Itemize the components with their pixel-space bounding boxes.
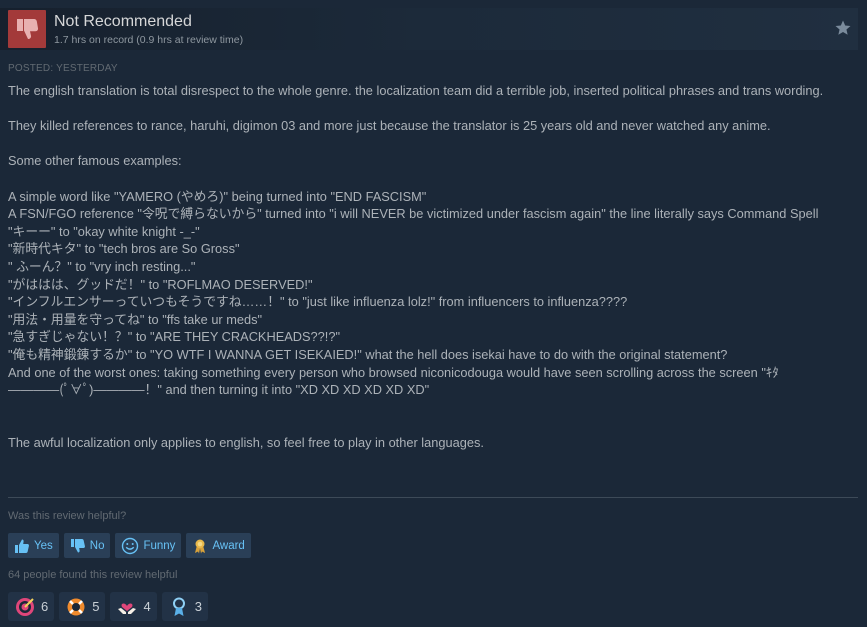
award-count: 5 (92, 599, 100, 614)
award-count: 3 (194, 599, 202, 614)
review-line: The english translation is total disresp… (8, 83, 824, 98)
review-line: "インフルエンサーっていつもそうですね……！" to "just like in… (8, 294, 628, 310)
review-line: "がははは、グッドだ！" to "ROFLMAO DESERVED!" (8, 276, 313, 292)
review-line: Some other famous examples: (8, 153, 182, 169)
review-gap (8, 100, 833, 118)
thumbs-down-icon (70, 538, 85, 552)
review-line: "俺も精神鍛錬するか" to "YO WTF I WANNA GET ISEKA… (8, 346, 728, 362)
award-lifebuoy[interactable]: 5 (59, 592, 106, 621)
funny-button[interactable]: Funny (115, 533, 182, 558)
review-verdict: Not Recommended (54, 13, 192, 30)
star-icon[interactable] (834, 19, 852, 37)
review-gap (8, 135, 833, 153)
review-line: "新時代キタ" to "tech bros are So Gross" (8, 241, 240, 257)
review-line: "急すぎじゃない！？" to "ARE THEY CRACKHEADS??!?" (8, 329, 341, 345)
no-button[interactable]: No (63, 533, 111, 558)
review-header: Not Recommended 1.7 hrs on record (0.9 h… (0, 8, 858, 50)
review-line: "用法・用量を守ってね" to "ffs take ur meds" (8, 311, 263, 327)
review-line: They killed references to rance, haruhi,… (8, 118, 771, 134)
no-label: No (89, 539, 105, 552)
award-target[interactable]: 6 (8, 592, 55, 621)
thumbs-down-badge (8, 10, 46, 48)
review-line: "キーー" to "okay white knight -_-" (8, 223, 200, 239)
review-gap (8, 170, 833, 188)
smiley-icon (122, 537, 139, 554)
thumbs-down-icon (17, 19, 39, 39)
award-label: Award (212, 539, 245, 552)
yes-label: Yes (34, 539, 53, 552)
yes-button[interactable]: Yes (8, 533, 59, 558)
review-line: The awful localization only applies to e… (8, 434, 484, 450)
vote-buttons: Yes No Funny Award (8, 533, 251, 558)
award-count: 4 (143, 599, 151, 614)
review-line: A FSN/FGO reference "令呪で縛らないから" turned i… (8, 206, 819, 222)
thumbs-up-icon (15, 539, 29, 553)
helpful-count: 64 people found this review helpful (8, 569, 178, 581)
review-line: A simple word like "YAMERO (やめろ)" being … (8, 188, 427, 204)
award-button[interactable]: Award (186, 533, 251, 558)
award-count: 6 (41, 599, 49, 614)
award-hands-heart[interactable]: 4 (110, 592, 157, 621)
hours-on-record: 1.7 hrs on record (0.9 hrs at review tim… (54, 34, 244, 46)
award-medal[interactable]: 3 (161, 592, 208, 621)
awards-row: 6 5 4 3 (8, 592, 208, 621)
award-icon (195, 539, 206, 553)
review-line: And one of the worst ones: taking someth… (8, 364, 779, 398)
divider (8, 497, 858, 498)
review-gap (8, 416, 833, 434)
review-body: The english translation is total disresp… (8, 82, 833, 451)
medal-award-icon (172, 597, 185, 616)
hands-heart-award-icon (118, 602, 137, 614)
posted-date: POSTED: YESTERDAY (8, 63, 118, 74)
review-gap (8, 399, 833, 417)
funny-label: Funny (143, 539, 176, 552)
target-award-icon (16, 597, 34, 616)
review-line: " ふーん？" to "vry inch resting..." (8, 258, 196, 274)
helpful-question: Was this review helpful? (8, 510, 127, 522)
lifebuoy-award-icon (67, 598, 85, 615)
